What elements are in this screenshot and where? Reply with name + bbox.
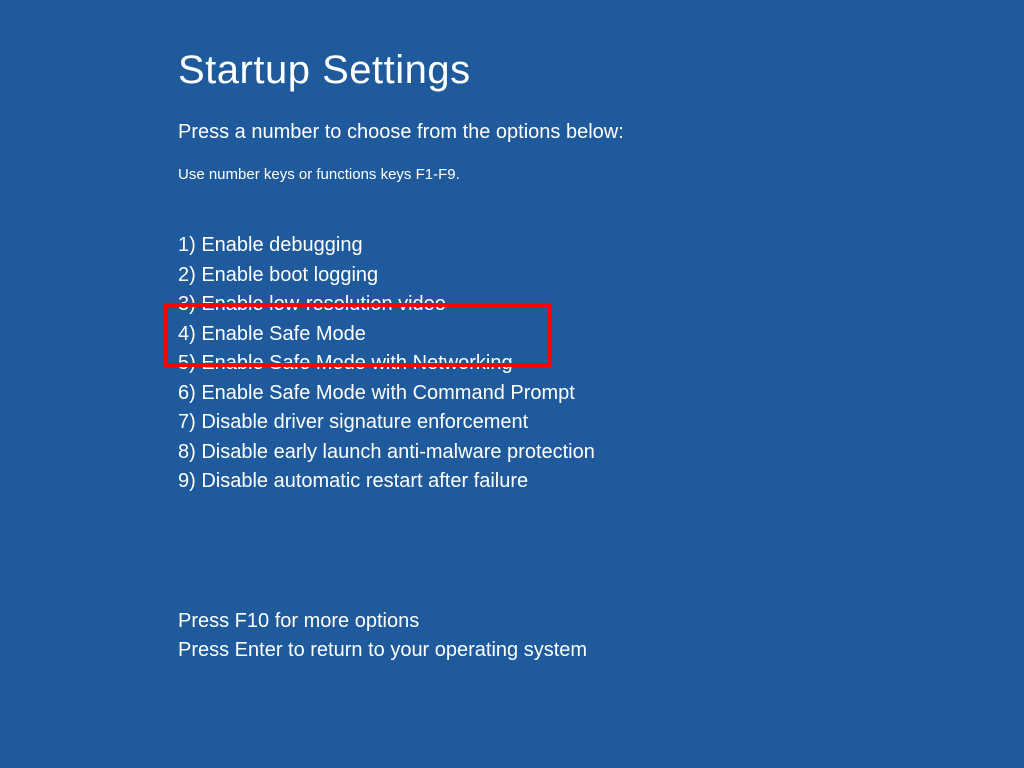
option-6-enable-safe-mode-command-prompt[interactable]: 6) Enable Safe Mode with Command Prompt <box>178 379 1024 409</box>
option-1-enable-debugging[interactable]: 1) Enable debugging <box>178 231 1024 261</box>
footer-enter-text: Press Enter to return to your operating … <box>178 636 1024 665</box>
option-7-disable-driver-signature-enforcement[interactable]: 7) Disable driver signature enforcement <box>178 408 1024 438</box>
subtitle-text: Press a number to choose from the option… <box>178 121 1024 144</box>
option-5-enable-safe-mode-networking[interactable]: 5) Enable Safe Mode with Networking <box>178 349 1024 379</box>
page-title: Startup Settings <box>178 48 1024 93</box>
option-2-enable-boot-logging[interactable]: 2) Enable boot logging <box>178 261 1024 291</box>
startup-settings-screen: Startup Settings Press a number to choos… <box>0 0 1024 665</box>
option-8-disable-early-launch-anti-malware[interactable]: 8) Disable early launch anti-malware pro… <box>178 438 1024 468</box>
option-3-enable-low-resolution-video[interactable]: 3) Enable low-resolution video <box>178 290 1024 320</box>
options-list: 1) Enable debugging 2) Enable boot loggi… <box>178 231 1024 497</box>
footer-f10-text: Press F10 for more options <box>178 607 1024 636</box>
hint-text: Use number keys or functions keys F1-F9. <box>178 166 1024 183</box>
option-4-enable-safe-mode[interactable]: 4) Enable Safe Mode <box>178 320 1024 350</box>
option-9-disable-automatic-restart[interactable]: 9) Disable automatic restart after failu… <box>178 467 1024 497</box>
